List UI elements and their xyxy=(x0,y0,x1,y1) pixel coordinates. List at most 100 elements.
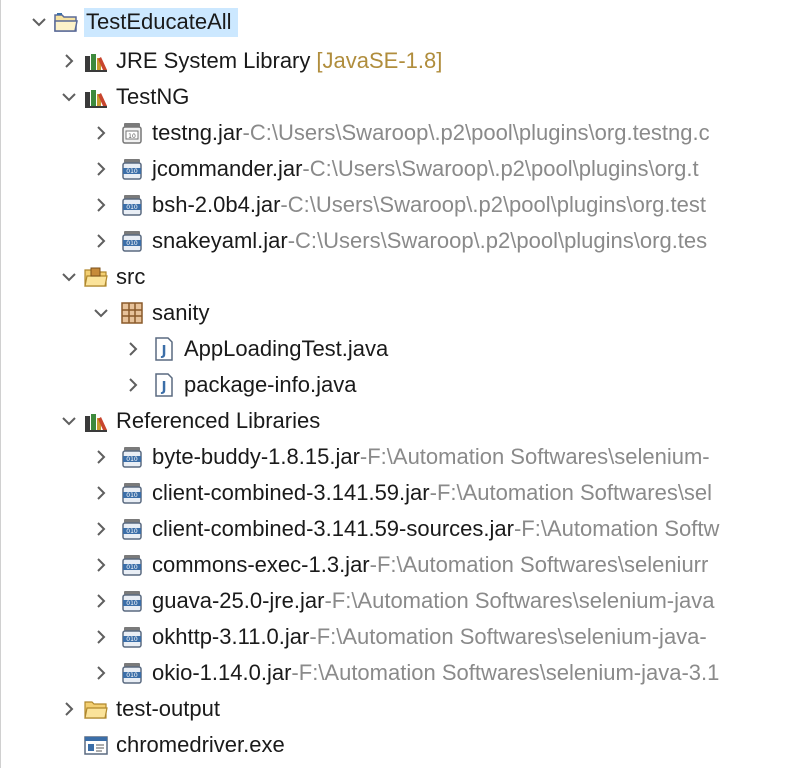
tree-item-jar[interactable]: okhttp-3.11.0.jar - F:\Automation Softwa… xyxy=(90,619,707,655)
jar-source-icon xyxy=(120,121,144,145)
tree-item-jar[interactable]: commons-exec-1.3.jar - F:\Automation Sof… xyxy=(90,547,708,583)
tree-item-jar[interactable]: client-combined-3.141.59-sources.jar - F… xyxy=(90,511,719,547)
expand-chevron-icon[interactable] xyxy=(90,482,112,504)
jar-icon xyxy=(120,481,144,505)
tree-item-jar[interactable]: client-combined-3.141.59.jar - F:\Automa… xyxy=(90,475,712,511)
path-separator: - xyxy=(309,624,317,649)
jar-label: testng.jar xyxy=(152,120,243,145)
expand-chevron-icon[interactable] xyxy=(90,662,112,684)
tree-item-test-output[interactable]: test-output xyxy=(58,691,220,727)
jar-label: guava-25.0-jre.jar xyxy=(152,588,325,613)
jar-label: snakeyaml.jar xyxy=(152,228,288,253)
collapse-chevron-icon[interactable] xyxy=(58,86,80,108)
jar-label: jcommander.jar xyxy=(152,156,303,181)
jar-icon xyxy=(120,445,144,469)
collapse-chevron-icon[interactable] xyxy=(90,302,112,324)
tree-item-jar[interactable]: guava-25.0-jre.jar - F:\Automation Softw… xyxy=(90,583,715,619)
jar-icon xyxy=(120,517,144,541)
src-label: src xyxy=(116,264,146,289)
project-folder-icon xyxy=(54,10,78,34)
library-icon xyxy=(84,409,108,433)
jar-path: F:\Automation Softwares\selenium-java-3.… xyxy=(298,660,720,685)
jar-icon xyxy=(120,589,144,613)
jar-label: okio-1.14.0.jar xyxy=(152,660,292,685)
java-file-icon xyxy=(152,373,176,397)
jar-label: commons-exec-1.3.jar xyxy=(152,552,370,577)
tree-item-jre-system-library[interactable]: JRE System Library [JavaSE-1.8] xyxy=(58,43,442,79)
jar-label: client-combined-3.141.59.jar xyxy=(152,480,430,505)
expand-chevron-icon[interactable] xyxy=(122,374,144,396)
jar-icon xyxy=(120,553,144,577)
jar-label: okhttp-3.11.0.jar xyxy=(152,624,310,649)
tree-item-package-sanity[interactable]: sanity xyxy=(90,295,209,331)
referenced-libraries-label: Referenced Libraries xyxy=(116,408,321,433)
tree-item-jar[interactable]: jcommander.jar - C:\Users\Swaroop\.p2\po… xyxy=(90,151,699,187)
path-separator: - xyxy=(513,516,522,541)
java-file-icon xyxy=(152,337,176,361)
jar-label: bsh-2.0b4.jar xyxy=(152,192,281,217)
expand-chevron-icon[interactable] xyxy=(90,194,112,216)
library-icon xyxy=(84,49,108,73)
expand-chevron-icon[interactable] xyxy=(90,446,112,468)
jar-label: byte-buddy-1.8.15.jar xyxy=(152,444,360,469)
expand-chevron-icon[interactable] xyxy=(90,554,112,576)
path-separator: - xyxy=(280,192,288,217)
jar-path: C:\Users\Swaroop\.p2\pool\plugins\org.te… xyxy=(295,228,708,253)
tree-item-referenced-libraries[interactable]: Referenced Libraries xyxy=(58,403,320,439)
jar-path: F:\Automation Softwares\seleniurr xyxy=(376,552,709,577)
java-file-label: package-info.java xyxy=(184,372,357,397)
tree-item-testng[interactable]: TestNG xyxy=(58,79,189,115)
jre-label: JRE System Library xyxy=(116,48,311,73)
jar-path: F:\Automation Softw xyxy=(521,516,720,541)
expand-chevron-icon[interactable] xyxy=(58,698,80,720)
expand-chevron-icon[interactable] xyxy=(122,338,144,360)
expand-chevron-icon[interactable] xyxy=(90,518,112,540)
executable-file-icon xyxy=(84,733,108,757)
tree-item-jar[interactable]: testng.jar - C:\Users\Swaroop\.p2\pool\p… xyxy=(90,115,710,151)
source-folder-icon xyxy=(84,265,108,289)
java-file-label: AppLoadingTest.java xyxy=(184,336,389,361)
tree-item-jar[interactable]: byte-buddy-1.8.15.jar - F:\Automation So… xyxy=(90,439,710,475)
tree-item-jar[interactable]: okio-1.14.0.jar - F:\Automation Software… xyxy=(90,655,719,691)
expand-chevron-icon[interactable] xyxy=(58,50,80,72)
path-separator: - xyxy=(291,660,299,685)
testng-label: TestNG xyxy=(116,84,190,109)
path-separator: - xyxy=(302,156,310,181)
tree-item-src[interactable]: src xyxy=(58,259,145,295)
jar-icon xyxy=(120,193,144,217)
jar-path: C:\Users\Swaroop\.p2\pool\plugins\org.t xyxy=(309,156,699,181)
collapse-chevron-icon[interactable] xyxy=(58,266,80,288)
test-output-label: test-output xyxy=(116,696,220,721)
expand-chevron-icon[interactable] xyxy=(90,230,112,252)
expand-chevron-icon[interactable] xyxy=(90,590,112,612)
path-separator: - xyxy=(369,552,377,577)
jar-path: C:\Users\Swaroop\.p2\pool\plugins\org.te… xyxy=(287,192,706,217)
collapse-chevron-icon[interactable] xyxy=(58,410,80,432)
tree-item-java-file[interactable]: package-info.java xyxy=(122,367,356,403)
collapse-chevron-icon[interactable] xyxy=(28,11,50,33)
package-explorer-tree: TestEducateAll JRE System Library [JavaS… xyxy=(0,0,787,768)
tree-item-jar[interactable]: snakeyaml.jar - C:\Users\Swaroop\.p2\poo… xyxy=(90,223,707,259)
package-icon xyxy=(120,301,144,325)
jar-path: F:\Automation Softwares\selenium- xyxy=(367,444,710,469)
tree-item-jar[interactable]: bsh-2.0b4.jar - C:\Users\Swaroop\.p2\poo… xyxy=(90,187,706,223)
jar-label: client-combined-3.141.59-sources.jar xyxy=(152,516,514,541)
folder-icon xyxy=(84,697,108,721)
path-separator: - xyxy=(242,120,250,145)
path-separator: - xyxy=(287,228,296,253)
jar-icon xyxy=(120,229,144,253)
jar-path: F:\Automation Softwares\sel xyxy=(436,480,713,505)
jar-icon xyxy=(120,157,144,181)
jar-icon xyxy=(120,625,144,649)
expand-chevron-icon[interactable] xyxy=(90,158,112,180)
jre-version-decoration: [JavaSE-1.8] xyxy=(316,48,443,73)
tree-item-java-file[interactable]: AppLoadingTest.java xyxy=(122,331,388,367)
path-separator: - xyxy=(359,444,368,469)
jar-path: C:\Users\Swaroop\.p2\pool\plugins\org.te… xyxy=(249,120,710,145)
chromedriver-label: chromedriver.exe xyxy=(116,732,285,757)
tree-item-chromedriver[interactable]: chromedriver.exe xyxy=(80,727,285,763)
expand-chevron-icon[interactable] xyxy=(90,626,112,648)
expand-chevron-icon[interactable] xyxy=(90,122,112,144)
project-label: TestEducateAll xyxy=(84,7,238,37)
tree-item-project[interactable]: TestEducateAll xyxy=(28,4,238,40)
